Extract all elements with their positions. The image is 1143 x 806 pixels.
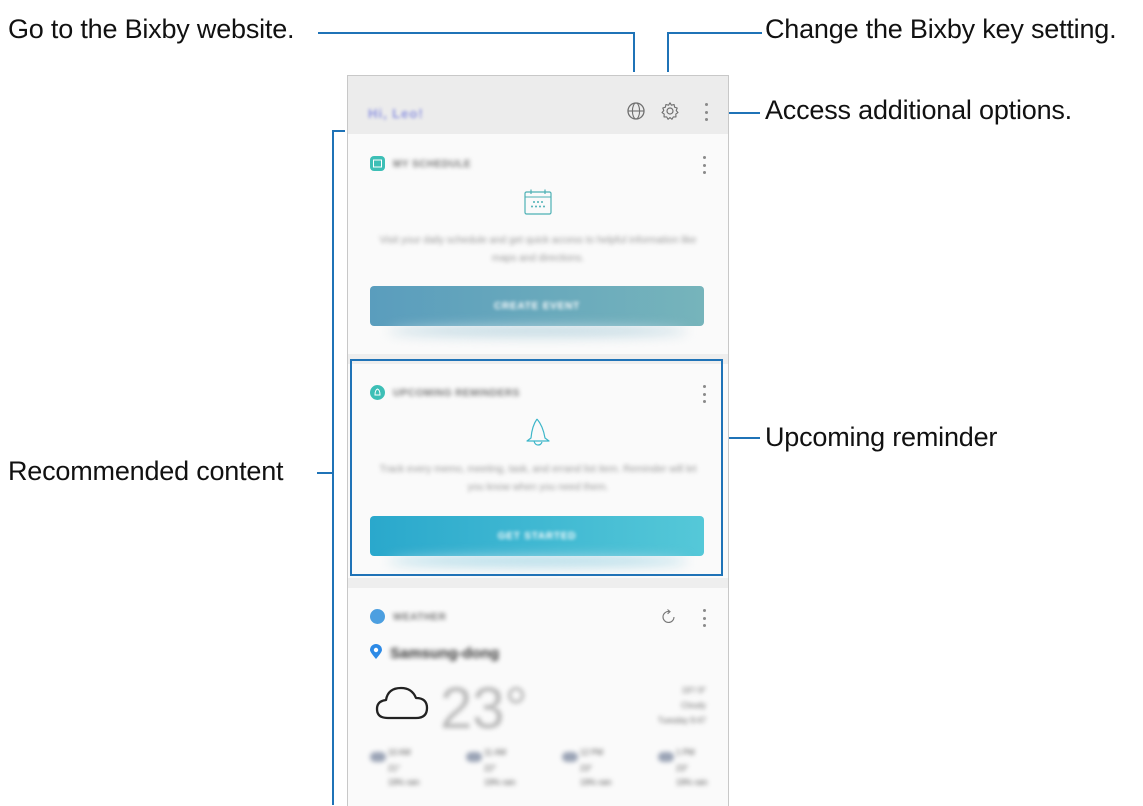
weather-icon	[370, 609, 385, 624]
forecast-temp: 23°	[580, 764, 593, 773]
forecast-weather-icon	[466, 752, 482, 762]
globe-icon[interactable]	[625, 100, 647, 122]
forecast-temp: 21°	[388, 764, 401, 773]
forecast-item: 10 AM 21° 19% rain	[370, 748, 420, 806]
schedule-card-description: Visit your daily schedule and get quick …	[379, 235, 697, 264]
forecast-temp: 22°	[484, 764, 497, 773]
forecast-time: 11 AM	[484, 748, 507, 757]
weather-detail-1: 19°/ 9°	[681, 686, 706, 695]
cloud-icon	[374, 680, 430, 729]
forecast-status: 19% rain	[580, 778, 612, 787]
weather-card: WEATHER Samsung-dong 23° 19°/ 9° Cloudy …	[348, 588, 728, 806]
schedule-card-title: MY SCHEDULE	[393, 159, 472, 170]
forecast-time: 12 PM	[580, 748, 604, 757]
forecast-item: 1 PM 23° 19% rain	[658, 748, 708, 806]
forecast-status: 19% rain	[388, 778, 420, 787]
bracket-recommended-top	[332, 130, 345, 132]
leader-line-setting	[667, 32, 762, 34]
gear-icon[interactable]	[659, 100, 681, 122]
callout-upcoming-reminder: Upcoming reminder	[765, 422, 998, 452]
create-event-button-label: CREATE EVENT	[493, 300, 581, 312]
forecast-weather-icon	[370, 752, 386, 762]
app-header: Hi, Leo!	[348, 76, 728, 134]
callout-additional-options: Access additional options.	[765, 95, 1072, 125]
schedule-card: MY SCHEDULE Visit your daily schedule an…	[348, 134, 728, 354]
location-pin-icon	[369, 644, 383, 665]
bixby-logo: Hi, Leo!	[368, 106, 424, 121]
schedule-card-menu-icon[interactable]	[702, 156, 706, 174]
callout-bixby-key-setting: Change the Bixby key setting.	[765, 14, 1117, 44]
callout-recommended-content: Recommended content	[8, 456, 284, 486]
weather-detail-3: Tuesday 9:47	[657, 716, 706, 725]
forecast-time: 1 PM	[676, 748, 695, 757]
leader-line-website	[318, 32, 635, 34]
refresh-icon[interactable]	[660, 608, 678, 631]
weather-card-title: WEATHER	[393, 612, 447, 623]
callout-bixby-website: Go to the Bixby website.	[8, 14, 295, 44]
leader-line-website-drop	[633, 32, 635, 72]
leader-line-setting-drop	[667, 32, 669, 72]
weather-temperature: 23°	[440, 676, 528, 741]
calendar-icon	[523, 188, 553, 221]
schedule-icon	[370, 156, 385, 171]
weather-detail-2: Cloudy	[681, 701, 706, 710]
bracket-recommended-vertical	[332, 130, 334, 805]
forecast-weather-icon	[658, 752, 674, 762]
weather-location: Samsung-dong	[390, 645, 500, 662]
weather-card-menu-icon[interactable]	[702, 609, 706, 627]
reminder-highlight-box	[350, 359, 723, 576]
create-event-button[interactable]: CREATE EVENT	[370, 286, 704, 326]
forecast-temp: 23°	[676, 764, 689, 773]
button-shadow	[388, 326, 688, 336]
forecast-weather-icon	[562, 752, 578, 762]
forecast-time: 10 AM	[388, 748, 411, 757]
forecast-item: 12 PM 23° 19% rain	[562, 748, 612, 806]
more-options-icon[interactable]	[704, 103, 708, 121]
forecast-status: 19% rain	[676, 778, 708, 787]
forecast-item: 11 AM 22° 19% rain	[466, 748, 516, 806]
forecast-status: 19% rain	[484, 778, 516, 787]
